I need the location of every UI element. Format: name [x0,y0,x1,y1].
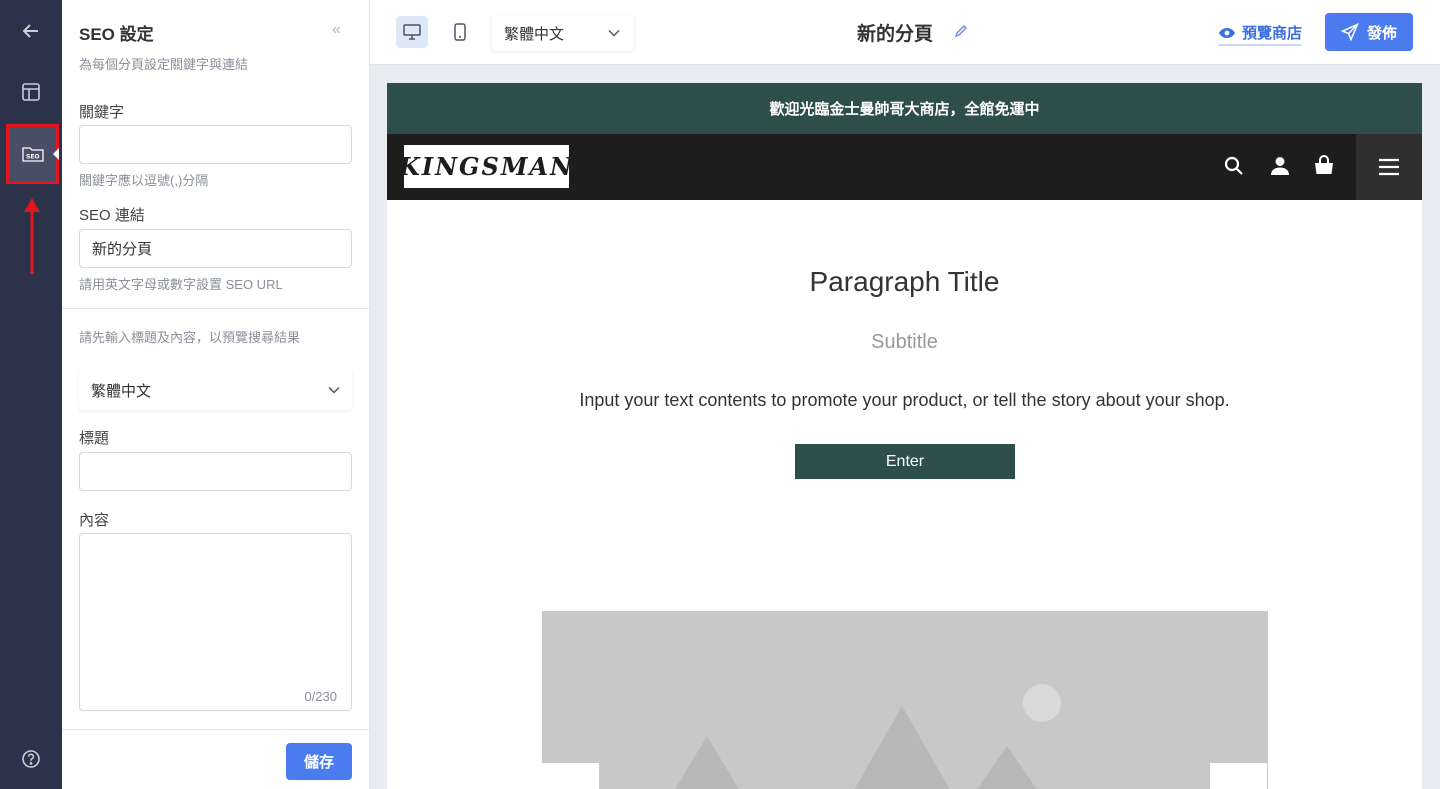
publish-button[interactable]: 發佈 [1325,13,1413,51]
keywords-label: 關鍵字 [79,104,125,121]
seo-language-value: 繁體中文 [91,382,152,400]
preview-hint: 請先輸入標題及內容，以預覽搜尋結果 [79,330,301,345]
image-placeholder [542,611,1268,789]
help-icon [22,750,40,768]
eye-icon [1219,27,1235,38]
store-logo[interactable]: KINGSMAN [399,145,572,188]
paragraph-body: Input your text contents to promote your… [579,390,1230,410]
annotation-arrow-icon [24,198,40,274]
collapse-icon[interactable]: « [332,22,348,38]
arrow-left-icon [22,24,38,38]
seo-link-label: SEO 連結 [79,207,145,224]
title-input[interactable] [79,452,352,491]
paragraph-subtitle: Subtitle [871,331,938,353]
seo-icon: SEO [21,147,44,162]
save-button[interactable]: 儲存 [286,743,352,780]
pencil-icon[interactable] [954,24,968,38]
chevron-down-icon [328,386,340,394]
search-icon[interactable] [1222,154,1246,178]
store-preview: 歡迎光臨金士曼帥哥大商店，全館免運中 KINGSMAN Paragraph Ti… [387,83,1422,789]
help-button[interactable] [0,731,62,787]
enter-button[interactable]: Enter [795,444,1015,479]
footer-divider [62,729,370,730]
panel-title: SEO 設定 [79,25,154,44]
seo-link-input[interactable] [79,229,352,268]
language-select[interactable]: 繁體中文 [492,15,634,51]
layout-button[interactable] [0,64,62,120]
desktop-view-button[interactable] [396,16,428,48]
page-title: 新的分頁 [857,24,934,45]
slider-next-button[interactable] [1210,763,1267,789]
left-rail: SEO [0,0,62,789]
active-caret [53,148,59,160]
divider [62,308,370,309]
mobile-icon [454,23,466,41]
content-label: 內容 [79,512,110,529]
preview-store-link[interactable]: 預覽商店 [1218,22,1303,46]
content-textarea[interactable]: 0/230 [79,533,352,711]
chevron-down-icon [608,29,620,37]
content-counter: 0/230 [304,689,337,704]
preview-store-label: 預覽商店 [1242,25,1303,42]
svg-text:SEO: SEO [26,154,40,161]
paragraph-title: Paragraph Title [809,266,1000,297]
back-button[interactable] [0,3,62,59]
seo-button[interactable]: SEO [6,124,59,184]
seo-settings-panel: SEO 設定 為每個分頁設定關鍵字與連結 « 關鍵字 關鍵字應以逗號(,)分隔 … [62,0,370,789]
hamburger-icon [1379,158,1399,176]
panel-subtitle: 為每個分頁設定關鍵字與連結 [79,57,249,72]
announcement-bar: 歡迎光臨金士曼帥哥大商店，全館免運中 [387,83,1422,134]
seo-link-hint: 請用英文字母或數字設置 SEO URL [79,277,283,292]
seo-language-select[interactable]: 繁體中文 [79,370,352,410]
language-value: 繁體中文 [504,25,565,43]
publish-label: 發佈 [1366,24,1397,42]
mobile-view-button[interactable] [444,16,476,48]
keywords-hint: 關鍵字應以逗號(,)分隔 [79,173,209,188]
slider-prev-button[interactable] [542,763,599,789]
user-icon[interactable] [1268,154,1292,178]
title-label: 標題 [79,430,110,447]
layout-icon [22,83,40,101]
shopping-bag-icon[interactable] [1312,154,1336,178]
menu-button[interactable] [1356,134,1422,200]
store-header: KINGSMAN [387,134,1422,200]
desktop-icon [403,24,421,40]
image-placeholder-icon [675,684,1061,789]
editor-topbar: 繁體中文 新的分頁 預覽商店 發佈 [370,0,1440,65]
keywords-input[interactable] [79,125,352,164]
send-icon [1340,23,1359,41]
